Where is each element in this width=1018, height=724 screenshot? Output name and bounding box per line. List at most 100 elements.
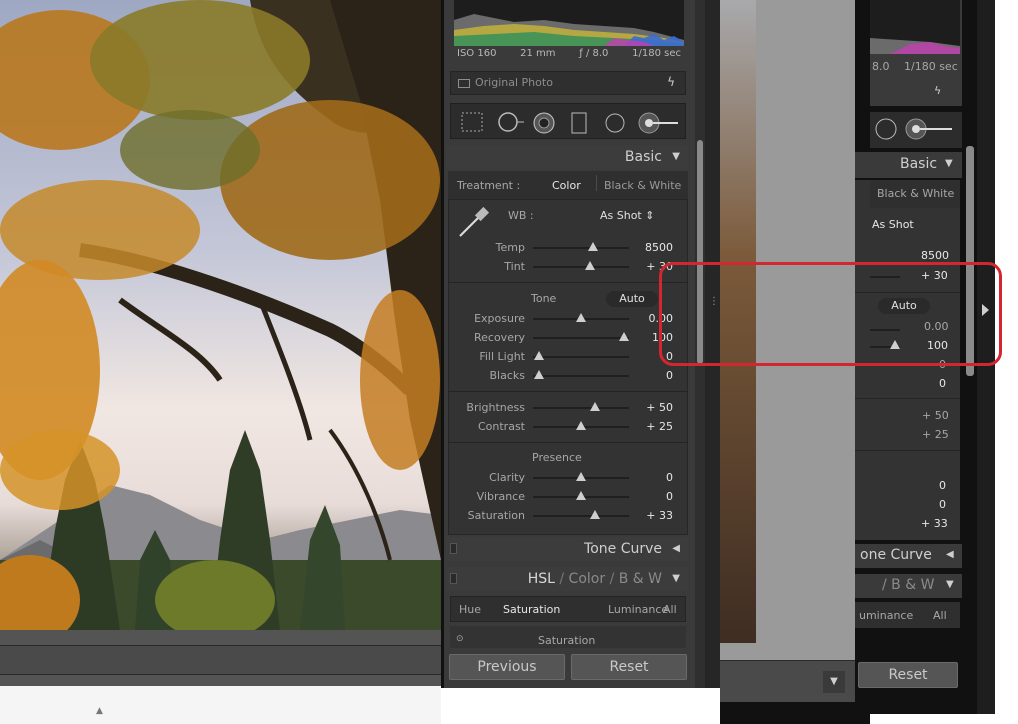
zoomed-wb-value[interactable]: As Shot xyxy=(872,218,914,231)
slider-track[interactable] xyxy=(533,266,629,268)
slider-thumb[interactable] xyxy=(576,491,586,500)
slider-thumb[interactable] xyxy=(533,370,544,379)
slider-value[interactable]: 0 xyxy=(666,471,673,484)
wb-label: WB : xyxy=(508,209,534,222)
hsl-tab-bw[interactable]: B & W xyxy=(619,571,662,587)
slider-row-tint[interactable]: Tint + 30 xyxy=(448,257,688,276)
slider-row-saturation[interactable]: Saturation + 33 xyxy=(448,506,688,525)
original-photo-checkbox[interactable] xyxy=(458,79,470,88)
treatment-row: Treatment : Color Black & White xyxy=(448,171,688,200)
zoomed-basic-header[interactable]: Basic ▼ xyxy=(855,152,962,178)
expand-triangle-icon[interactable]: ◀ xyxy=(672,543,680,554)
collapse-triangle-icon[interactable]: ▼ xyxy=(672,151,680,162)
hsl-tab-color[interactable]: Color xyxy=(569,571,606,587)
slider-thumb[interactable] xyxy=(576,313,586,322)
wb-value: As Shot xyxy=(600,209,642,222)
slider-row-blacks[interactable]: Blacks 0 xyxy=(448,366,688,385)
hsl-saturation-title: Saturation xyxy=(538,634,596,647)
reset-button[interactable]: Reset xyxy=(571,654,687,680)
slider-row-contrast[interactable]: Contrast + 25 xyxy=(448,417,688,436)
hsl-subtabs: Hue Saturation Luminance All xyxy=(450,596,686,622)
zoomed-contrast-value: + 25 xyxy=(922,428,949,441)
slider-value[interactable]: 0 xyxy=(666,490,673,503)
zoomed-saturation-value: + 33 xyxy=(921,517,948,530)
hsl-tab-hsl[interactable]: HSL xyxy=(528,571,555,587)
slider-row-brightness[interactable]: Brightness + 50 xyxy=(448,398,688,417)
resize-handle-icon[interactable]: ▲ xyxy=(96,706,103,716)
slider-row-temp[interactable]: Temp 8500 xyxy=(448,238,688,257)
slider-row-exposure[interactable]: Exposure 0.00 xyxy=(448,309,688,328)
treatment-bw-button[interactable]: Black & White xyxy=(604,179,681,192)
slider-track[interactable] xyxy=(533,337,629,339)
treatment-color-button[interactable]: Color xyxy=(552,179,581,192)
slider-track[interactable] xyxy=(533,375,629,377)
slider-row-clarity[interactable]: Clarity 0 xyxy=(448,468,688,487)
slider-value[interactable]: 0 xyxy=(666,369,673,382)
slider-track[interactable] xyxy=(533,407,629,409)
slider-value[interactable]: + 50 xyxy=(646,401,673,414)
toolbar-menu-icon[interactable]: ▼ xyxy=(823,671,845,693)
radial-filter-icon[interactable] xyxy=(604,112,626,138)
slider-value[interactable]: 8500 xyxy=(645,241,673,254)
slider-thumb[interactable] xyxy=(576,472,586,481)
zoomed-histogram xyxy=(870,0,960,54)
basic-section-header[interactable]: Basic ▼ xyxy=(446,145,688,169)
graduated-filter-icon[interactable] xyxy=(571,112,587,138)
zoomed-bw-button[interactable]: Black & White xyxy=(877,187,954,200)
collapse-triangle-icon[interactable]: ▼ xyxy=(672,573,680,584)
slider-thumb[interactable] xyxy=(590,402,601,411)
white-margin xyxy=(995,0,1018,724)
slider-row-fill-light[interactable]: Fill Light 0 xyxy=(448,347,688,366)
zoomed-lightning-bolt-icon[interactable]: ϟ xyxy=(934,84,941,97)
zoomed-tone-curve-header[interactable]: one Curve ◀ xyxy=(855,544,962,568)
highlight-callout xyxy=(659,262,1002,366)
slider-row-vibrance[interactable]: Vibrance 0 xyxy=(448,487,688,506)
treatment-label: Treatment : xyxy=(457,179,521,192)
presence-title: Presence xyxy=(532,451,582,464)
slider-row-recovery[interactable]: Recovery 100 xyxy=(448,328,688,347)
bottom-black-strip xyxy=(720,702,870,724)
slider-thumb[interactable] xyxy=(590,510,601,519)
exif-focal: 21 mm xyxy=(520,48,556,59)
wb-select[interactable]: As Shot ⇕ xyxy=(600,209,654,222)
slider-track[interactable] xyxy=(533,356,629,358)
red-eye-icon[interactable] xyxy=(533,112,555,138)
hsl-subtab-all[interactable]: All xyxy=(663,603,677,616)
basic-title: Basic xyxy=(624,149,662,165)
bottom-strip xyxy=(0,686,441,724)
slider-value[interactable]: + 33 xyxy=(646,509,673,522)
zoomed-all-tab[interactable]: All xyxy=(933,609,947,622)
target-adjust-icon[interactable]: ⊙ xyxy=(456,634,464,644)
crop-overlay-icon[interactable] xyxy=(461,112,483,136)
hsl-subtab-luminance[interactable]: Luminance xyxy=(608,603,668,616)
auto-tone-button[interactable]: Auto xyxy=(606,291,658,307)
slider-label: Recovery xyxy=(473,331,525,344)
previous-button[interactable]: Previous xyxy=(449,654,565,680)
slider-value[interactable]: + 25 xyxy=(646,420,673,433)
hsl-section-header[interactable]: HSL / Color / B & W ▼ xyxy=(446,567,688,591)
panel-switch-icon[interactable] xyxy=(450,543,457,554)
slider-thumb[interactable] xyxy=(619,332,630,341)
slider-thumb[interactable] xyxy=(533,351,544,360)
exif-shutter: 1/180 sec xyxy=(632,48,681,59)
spot-removal-icon[interactable] xyxy=(497,112,525,136)
zoomed-luminance-tab[interactable]: uminance xyxy=(859,609,913,622)
tone-curve-section-header[interactable]: Tone Curve ◀ xyxy=(446,537,688,561)
slider-thumb[interactable] xyxy=(587,242,598,251)
slider-track[interactable] xyxy=(533,515,629,517)
exif-aperture: ƒ / 8.0 xyxy=(579,48,609,59)
hsl-subtab-hue[interactable]: Hue xyxy=(459,603,481,616)
adjustment-brush-icon[interactable] xyxy=(638,112,680,138)
zoomed-exif-aperture: 8.0 xyxy=(872,60,890,73)
hsl-subtab-saturation[interactable]: Saturation xyxy=(503,603,560,616)
original-photo-row[interactable]: Original Photo ϟ xyxy=(450,71,686,95)
slider-thumb[interactable] xyxy=(584,261,595,270)
lightning-bolt-icon[interactable]: ϟ xyxy=(667,75,675,89)
slider-track[interactable] xyxy=(533,247,629,249)
zoomed-blacks-value: 0 xyxy=(939,377,946,390)
slider-label: Saturation xyxy=(467,509,525,522)
zoomed-reset-button[interactable]: Reset xyxy=(858,662,958,688)
panel-switch-icon[interactable] xyxy=(450,573,457,584)
zoomed-hsl-header[interactable]: / B & W ▼ xyxy=(855,574,962,598)
slider-thumb[interactable] xyxy=(576,421,586,430)
